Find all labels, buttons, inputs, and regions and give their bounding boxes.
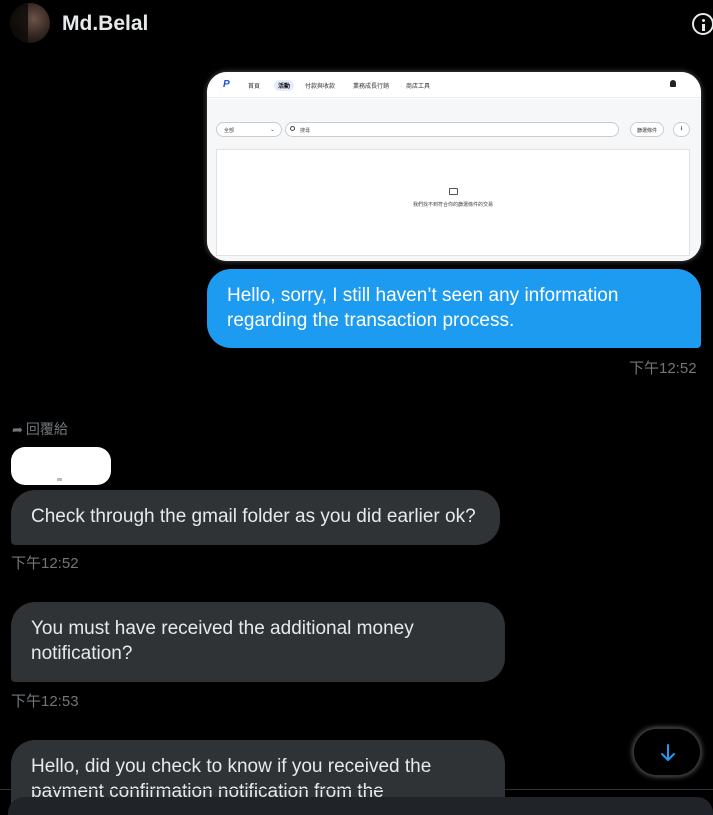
message-bubble-incoming[interactable]: You must have received the additional mo… xyxy=(11,602,505,682)
attachment-search-placeholder: 搜尋 xyxy=(300,128,311,134)
attachment-body: 全部 ⌄ 搜尋 篩選條件 ⭳ 我們找不到符合你的篩選條件的交易 xyxy=(207,99,701,261)
bell-icon xyxy=(670,80,676,87)
message-timestamp: 下午12:52 xyxy=(629,360,697,377)
arrow-down-icon xyxy=(661,744,675,761)
reply-arrow-icon: ➦ xyxy=(12,422,23,437)
attachment-empty-card: 我們找不到符合你的篩選條件的交易 xyxy=(216,149,690,256)
attachment-tab-active: 活動 xyxy=(274,80,295,91)
composer-divider xyxy=(0,789,713,790)
search-icon xyxy=(290,126,295,131)
scroll-to-bottom-button[interactable] xyxy=(633,728,701,776)
reply-indicator: ➦ 回覆給 xyxy=(12,419,68,439)
attachment-filter-label: 篩選條件 xyxy=(637,128,658,134)
info-icon[interactable] xyxy=(692,13,713,35)
attachment-search: 搜尋 xyxy=(285,122,619,137)
download-icon: ⭳ xyxy=(673,122,690,137)
message-timestamp: 下午12:52 xyxy=(11,555,79,572)
attachment-empty-text: 我們找不到符合你的篩選條件的交易 xyxy=(412,202,493,208)
message-text: Check through the gmail folder as you di… xyxy=(31,506,476,527)
attachment-tab: 付款與收款 xyxy=(305,84,336,90)
image-attachment[interactable]: P 首頁 活動 付款與收款 業務成長行銷 商店工具 全部 ⌄ 搜尋 篩選條件 ⭳… xyxy=(207,72,701,261)
reply-label: 回覆給 xyxy=(25,421,68,437)
message-timestamp: 下午12:53 xyxy=(11,693,79,710)
attachment-nav: P 首頁 活動 付款與收款 業務成長行銷 商店工具 xyxy=(207,72,701,98)
message-bubble-outgoing[interactable]: Hello, sorry, I still haven’t seen any i… xyxy=(207,269,701,348)
message-text: You must have received the additional mo… xyxy=(31,618,414,664)
attachment-filter-value: 全部 xyxy=(224,128,235,134)
chevron-down-icon: ⌄ xyxy=(269,127,275,133)
message-bubble-incoming[interactable]: Check through the gmail folder as you di… xyxy=(11,490,500,545)
attachment-tab: 業務成長行銷 xyxy=(353,84,390,90)
contact-name[interactable]: Md.Belal xyxy=(62,12,148,36)
avatar[interactable] xyxy=(10,3,50,43)
empty-state-icon xyxy=(449,188,458,195)
paypal-logo-icon: P xyxy=(223,79,230,90)
replied-message-preview[interactable] xyxy=(11,447,111,485)
attachment-filter-select: 全部 ⌄ xyxy=(216,122,282,137)
conversation-header: Md.Belal xyxy=(0,0,713,50)
attachment-tab: 首頁 xyxy=(248,84,261,90)
attachment-filter-button: 篩選條件 xyxy=(630,122,664,137)
message-text: Hello, did you check to know if you rece… xyxy=(31,756,432,802)
message-text: Hello, sorry, I still haven’t seen any i… xyxy=(227,285,619,331)
attachment-tab: 商店工具 xyxy=(406,84,431,90)
message-composer[interactable] xyxy=(8,797,713,815)
